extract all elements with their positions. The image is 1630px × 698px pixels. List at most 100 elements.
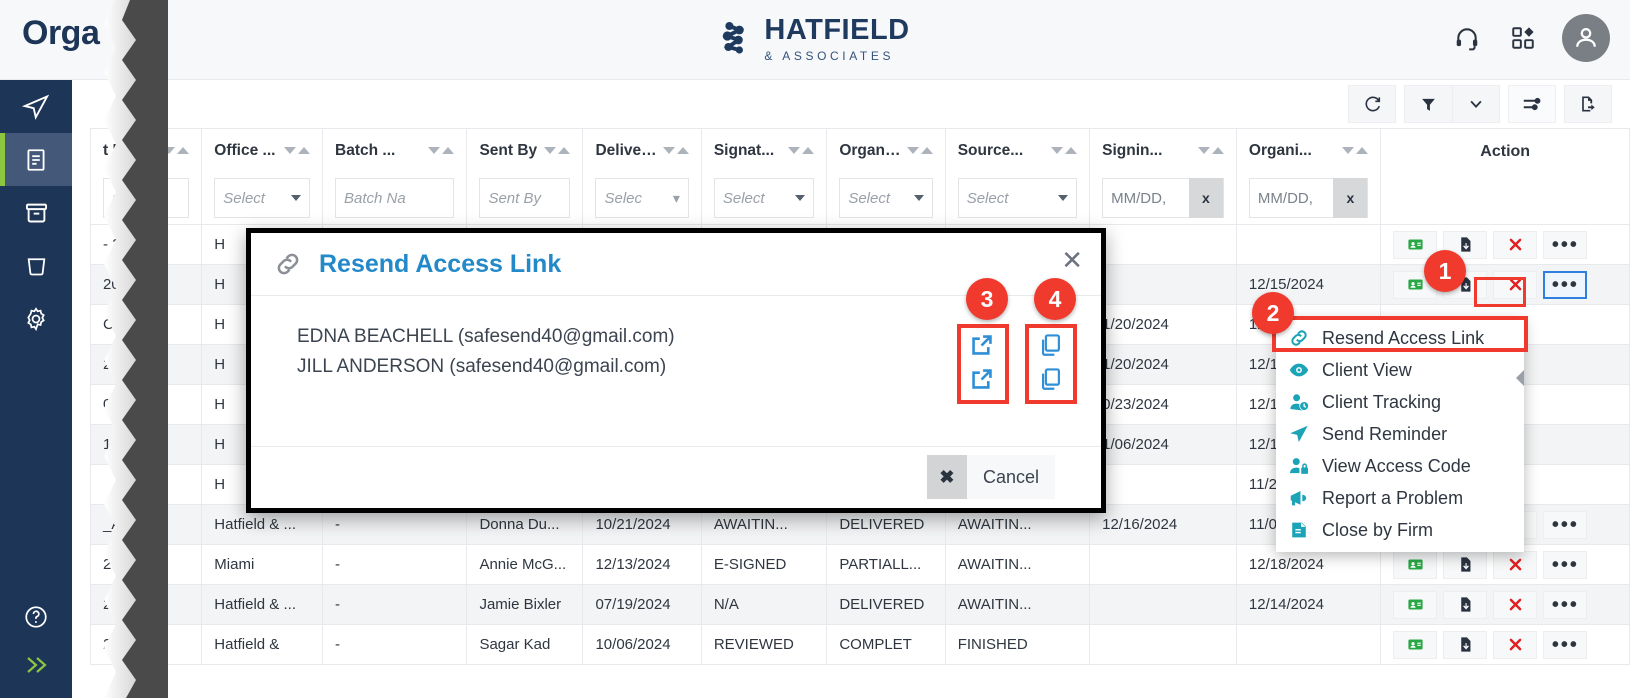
select-input[interactable]: Select [958, 178, 1077, 218]
column-header[interactable]: Deliver... [583, 129, 701, 173]
help-button[interactable] [0, 592, 72, 642]
column-header[interactable]: Sent By [467, 129, 583, 173]
search-input[interactable]: nt Id [103, 178, 189, 218]
search-input[interactable]: Sent By [479, 178, 570, 218]
table-row[interactable]: 202Hatfield &-Sagar Kad10/06/2024REVIEWE… [91, 625, 1630, 665]
sort-arrows-icon[interactable] [163, 147, 189, 154]
table-cell [1090, 585, 1237, 625]
apps-grid-icon[interactable] [1506, 21, 1540, 55]
select-input[interactable]: Select [714, 178, 814, 218]
export-button[interactable] [1564, 85, 1612, 123]
select-input[interactable]: Selec▾ [595, 178, 688, 218]
select-input[interactable]: Select [214, 178, 310, 218]
menu-item-client-view[interactable]: Client View [1276, 354, 1524, 386]
column-label: Organi... [839, 142, 900, 160]
cancel-button[interactable]: ✖ Cancel [927, 455, 1055, 499]
clear-date-button[interactable]: x [1189, 178, 1223, 218]
refresh-button[interactable] [1348, 85, 1396, 123]
more-ellipsis-button[interactable]: ••• [1543, 271, 1587, 299]
column-header[interactable]: Office ... [202, 129, 323, 173]
column-header[interactable]: t ID [91, 129, 202, 173]
user-avatar-icon[interactable] [1562, 14, 1610, 62]
table-cell: - [323, 625, 467, 665]
column-header[interactable]: Batch ... [323, 129, 467, 173]
table-cell: 202 [91, 625, 202, 665]
menu-item-report-a-problem[interactable]: Report a Problem [1276, 482, 1524, 514]
action-column-header: Action [1381, 129, 1630, 225]
sidebar-item-send[interactable] [0, 80, 72, 133]
menu-item-send-reminder[interactable]: Send Reminder [1276, 418, 1524, 450]
column-header[interactable]: Signin... [1090, 129, 1237, 173]
id-card-button[interactable] [1393, 591, 1437, 619]
column-label: Source... [958, 142, 1023, 160]
download-document-button[interactable] [1443, 631, 1487, 659]
headset-icon[interactable] [1450, 21, 1484, 55]
grid-toolbar [1340, 80, 1612, 128]
table-cell: 2023 ... [91, 585, 202, 625]
table-cell: Jamie Bixler [467, 585, 583, 625]
search-input[interactable]: Batch Na [335, 178, 454, 218]
sort-arrows-icon[interactable] [1198, 147, 1224, 154]
sort-arrows-icon[interactable] [907, 147, 933, 154]
id-card-icon [1407, 596, 1424, 613]
table-cell: 1/06/2024 [1090, 425, 1237, 465]
delete-button[interactable] [1493, 591, 1537, 619]
menu-item-label: Report a Problem [1322, 488, 1463, 509]
delete-button[interactable] [1493, 631, 1537, 659]
sidebar-expand-button[interactable] [0, 642, 72, 688]
trash-bin-icon [24, 253, 49, 278]
download-document-icon [1457, 596, 1474, 613]
annotation-badge-3: 3 [966, 278, 1008, 320]
column-header[interactable]: Organi... [827, 129, 945, 173]
filter-button[interactable] [1404, 85, 1452, 123]
sort-arrows-icon[interactable] [284, 147, 310, 154]
menu-item-client-tracking[interactable]: Client Tracking [1276, 386, 1524, 418]
table-row[interactable]: 2023 ...Hatfield & ...-Jamie Bixler07/19… [91, 585, 1630, 625]
delete-button[interactable] [1493, 231, 1537, 259]
chain-link-icon [1288, 327, 1310, 349]
sort-arrows-icon[interactable] [544, 147, 570, 154]
table-cell: Hatfield & ... [202, 585, 323, 625]
sort-arrows-icon[interactable] [788, 147, 814, 154]
sort-arrows-icon[interactable] [1051, 147, 1077, 154]
id-card-icon [1407, 236, 1424, 253]
id-card-button[interactable] [1393, 551, 1437, 579]
column-header[interactable]: Organi... [1236, 129, 1380, 173]
menu-item-resend-access-link[interactable]: Resend Access Link [1276, 322, 1524, 354]
delete-button[interactable] [1493, 551, 1537, 579]
date-input[interactable]: MM/DD,x [1102, 178, 1224, 218]
document-icon [23, 147, 49, 173]
modal-close-button[interactable]: ✕ [1061, 247, 1083, 273]
sort-arrows-icon[interactable] [663, 147, 689, 154]
sidebar-item-settings[interactable] [0, 292, 72, 345]
table-cell: AWAITIN... [945, 545, 1089, 585]
more-ellipsis-button[interactable]: ••• [1543, 591, 1587, 619]
clear-date-button[interactable]: x [1333, 178, 1367, 218]
grid-settings-button[interactable] [1508, 85, 1556, 123]
download-document-button[interactable] [1443, 551, 1487, 579]
id-card-button[interactable] [1393, 631, 1437, 659]
menu-item-view-access-code[interactable]: View Access Code [1276, 450, 1524, 482]
date-input[interactable]: MM/DD,x [1249, 178, 1368, 218]
sort-arrows-icon[interactable] [428, 147, 454, 154]
column-header[interactable]: Signat... [701, 129, 826, 173]
sidebar-item-recycle[interactable] [0, 239, 72, 292]
column-label: Signin... [1102, 142, 1162, 160]
column-header[interactable]: Source... [945, 129, 1089, 173]
annotation-badge-2: 2 [1252, 292, 1294, 334]
table-cell: 10/06/2024 [583, 625, 701, 665]
select-input[interactable]: Select [839, 178, 932, 218]
sort-arrows-icon[interactable] [1342, 147, 1368, 154]
sidebar-item-documents[interactable] [0, 133, 72, 186]
red-x-delete-icon [1507, 596, 1524, 613]
download-document-icon [1457, 236, 1474, 253]
more-ellipsis-button[interactable]: ••• [1543, 511, 1587, 539]
sidebar-item-archive[interactable] [0, 186, 72, 239]
more-ellipsis-button[interactable]: ••• [1543, 231, 1587, 259]
filter-dropdown-button[interactable] [1452, 85, 1500, 123]
table-cell: 087 [91, 385, 202, 425]
download-document-button[interactable] [1443, 591, 1487, 619]
menu-item-close-by-firm[interactable]: Close by Firm [1276, 514, 1524, 546]
more-ellipsis-button[interactable]: ••• [1543, 551, 1587, 579]
more-ellipsis-button[interactable]: ••• [1543, 631, 1587, 659]
